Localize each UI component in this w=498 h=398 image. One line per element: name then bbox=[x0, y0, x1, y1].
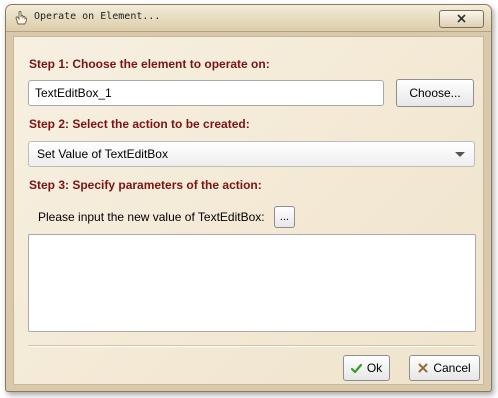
ellipsis-button[interactable]: ... bbox=[274, 206, 295, 228]
dialog-content: Step 1: Choose the element to operate on… bbox=[13, 36, 484, 385]
window-close-button[interactable] bbox=[439, 10, 484, 28]
action-select[interactable]: Set Value of TextEditBox bbox=[28, 141, 475, 167]
cancel-button[interactable]: Cancel bbox=[409, 355, 480, 381]
action-select-value: Set Value of TextEditBox bbox=[37, 147, 168, 161]
cancel-x-icon bbox=[418, 363, 428, 373]
step2-label: Step 2: Select the action to be created: bbox=[29, 117, 250, 131]
cancel-label: Cancel bbox=[433, 361, 471, 375]
dialog-window: Operate on Element... Step 1: Choose the… bbox=[5, 4, 492, 392]
ok-button[interactable]: Ok bbox=[343, 355, 390, 381]
window-title: Operate on Element... bbox=[34, 11, 161, 22]
new-value-textarea[interactable] bbox=[28, 234, 476, 332]
close-icon bbox=[457, 10, 466, 28]
element-name-field[interactable]: TextEditBox_1 bbox=[28, 80, 384, 106]
hand-pointer-icon bbox=[13, 10, 29, 26]
choose-button[interactable]: Choose... bbox=[396, 79, 474, 107]
step3-label: Step 3: Specify parameters of the action… bbox=[29, 178, 262, 192]
dropdown-arrow-icon bbox=[455, 152, 465, 157]
footer-separator bbox=[28, 345, 476, 347]
step1-label: Step 1: Choose the element to operate on… bbox=[29, 57, 270, 71]
title-bar[interactable]: Operate on Element... bbox=[6, 5, 491, 32]
parameter-prompt: Please input the new value of TextEditBo… bbox=[38, 210, 265, 224]
checkmark-icon bbox=[350, 363, 362, 374]
ok-label: Ok bbox=[366, 361, 383, 375]
